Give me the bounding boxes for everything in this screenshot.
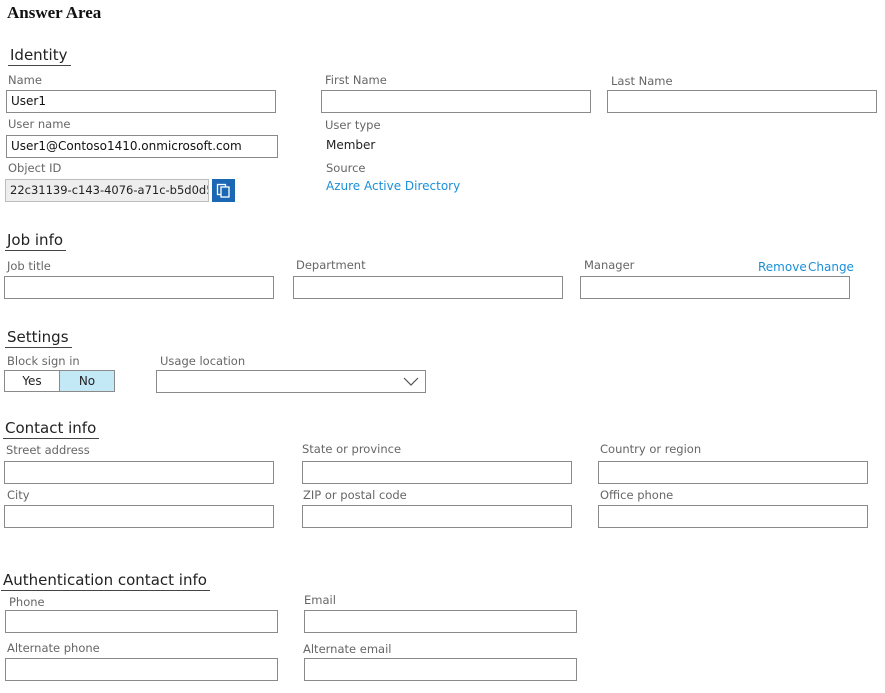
user-name-label: User name bbox=[8, 117, 71, 131]
zip-field[interactable] bbox=[302, 505, 572, 528]
department-label: Department bbox=[296, 258, 366, 272]
usage-location-label: Usage location bbox=[160, 354, 246, 368]
remove-manager-link[interactable]: Remove bbox=[758, 260, 807, 274]
copy-icon bbox=[216, 183, 230, 198]
city-label: City bbox=[7, 488, 30, 502]
job-info-heading: Job info bbox=[5, 231, 67, 251]
phone-label: Phone bbox=[9, 595, 45, 609]
alternate-email-field[interactable] bbox=[304, 658, 577, 681]
state-field[interactable] bbox=[302, 461, 572, 484]
office-phone-label: Office phone bbox=[600, 488, 674, 502]
chevron-down-icon bbox=[403, 377, 419, 386]
city-field[interactable] bbox=[4, 505, 274, 528]
name-label: Name bbox=[8, 73, 42, 87]
first-name-field[interactable] bbox=[321, 90, 591, 113]
alternate-email-label: Alternate email bbox=[303, 642, 392, 656]
first-name-label: First Name bbox=[325, 73, 387, 87]
source-label: Source bbox=[326, 161, 366, 175]
phone-field[interactable] bbox=[5, 610, 278, 633]
email-field[interactable] bbox=[304, 610, 577, 633]
job-title-field[interactable] bbox=[4, 276, 274, 299]
street-address-field[interactable] bbox=[4, 461, 274, 484]
source-link[interactable]: Azure Active Directory bbox=[326, 179, 460, 193]
state-label: State or province bbox=[302, 442, 402, 456]
alternate-phone-field[interactable] bbox=[5, 658, 278, 681]
block-sign-in-toggle: Yes No bbox=[4, 370, 115, 392]
object-id-field: 22c31139-c143-4076-a71c-b5d0d5... bbox=[5, 179, 209, 202]
last-name-field[interactable] bbox=[607, 90, 877, 113]
auth-contact-heading: Authentication contact info bbox=[1, 571, 210, 591]
contact-info-heading: Contact info bbox=[3, 419, 100, 439]
user-type-label: User type bbox=[325, 118, 381, 132]
block-sign-in-yes[interactable]: Yes bbox=[5, 371, 59, 391]
alternate-phone-label: Alternate phone bbox=[7, 641, 100, 655]
settings-heading: Settings bbox=[5, 328, 72, 348]
identity-heading: Identity bbox=[8, 46, 71, 66]
email-label: Email bbox=[304, 593, 336, 607]
answer-area-title: Answer Area bbox=[7, 3, 102, 22]
manager-field[interactable] bbox=[580, 276, 850, 299]
job-title-label: Job title bbox=[7, 259, 51, 273]
object-id-label: Object ID bbox=[8, 161, 62, 175]
user-type-value: Member bbox=[326, 138, 376, 152]
manager-label: Manager bbox=[584, 258, 635, 272]
country-label: Country or region bbox=[600, 442, 702, 456]
change-manager-link[interactable]: Change bbox=[808, 260, 854, 274]
name-field[interactable]: User1 bbox=[6, 90, 276, 113]
department-field[interactable] bbox=[293, 276, 563, 299]
block-sign-in-no[interactable]: No bbox=[59, 371, 114, 391]
block-sign-in-label: Block sign in bbox=[7, 354, 80, 368]
street-address-label: Street address bbox=[6, 443, 90, 457]
office-phone-field[interactable] bbox=[598, 505, 868, 528]
user-name-field[interactable]: User1@Contoso1410.onmicrosoft.com bbox=[6, 135, 278, 158]
copy-object-id-button[interactable] bbox=[212, 179, 235, 202]
country-field[interactable] bbox=[598, 461, 868, 484]
zip-label: ZIP or postal code bbox=[303, 488, 407, 502]
usage-location-select[interactable] bbox=[156, 370, 426, 393]
last-name-label: Last Name bbox=[611, 74, 673, 88]
